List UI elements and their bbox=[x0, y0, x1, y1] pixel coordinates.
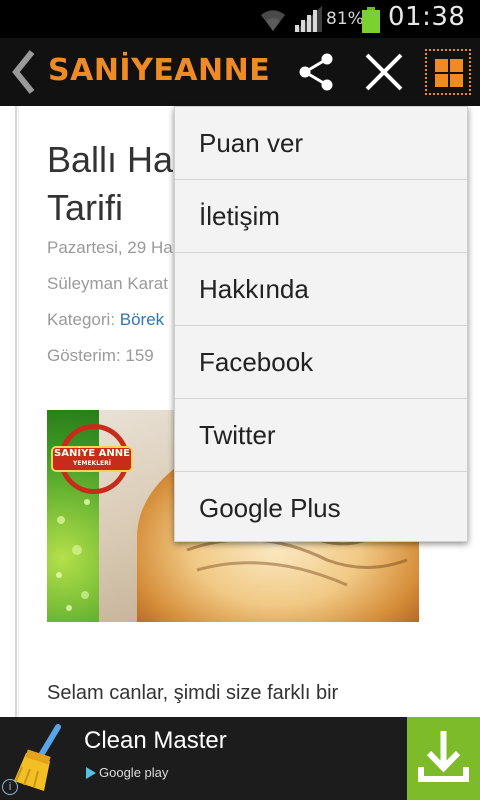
signal-icon bbox=[294, 6, 322, 32]
download-icon bbox=[418, 731, 469, 782]
menu-item-about[interactable]: Hakkında bbox=[175, 253, 467, 326]
clock: 01:38 bbox=[388, 2, 466, 32]
battery-percent: 81% bbox=[326, 9, 364, 29]
ad-info-icon[interactable]: i bbox=[2, 779, 18, 795]
wifi-icon bbox=[261, 10, 285, 31]
action-bar: SANİYEANNE bbox=[0, 38, 480, 106]
article-date: Pazartesi, 29 Ha bbox=[47, 238, 173, 257]
google-play-badge: Google play bbox=[86, 765, 168, 780]
app-screen: 81% 01:38 SANİYEANNE Ballı Has Tarifi Pa… bbox=[0, 0, 480, 800]
saniye-anne-logo: SANİYE ANNE YEMEKLERİ bbox=[51, 446, 133, 472]
menu-item-facebook[interactable]: Facebook bbox=[175, 326, 467, 399]
overflow-menu: Puan ver İletişim Hakkında Facebook Twit… bbox=[174, 106, 468, 542]
battery-icon bbox=[362, 7, 380, 33]
article-category: Kategori: Börek bbox=[47, 310, 164, 330]
download-button[interactable] bbox=[407, 717, 480, 800]
share-icon[interactable] bbox=[296, 52, 336, 92]
content-border bbox=[15, 106, 17, 718]
broom-icon bbox=[14, 724, 61, 791]
category-label: Kategori: bbox=[47, 310, 120, 329]
article-author: Süleyman Karat bbox=[47, 274, 168, 293]
ad-title: Clean Master bbox=[84, 727, 227, 754]
menu-item-google-plus[interactable]: Google Plus bbox=[175, 472, 467, 545]
menu-item-contact[interactable]: İletişim bbox=[175, 180, 467, 253]
app-title: SANİYEANNE bbox=[48, 53, 271, 88]
ad-banner[interactable]: i Clean Master Google play bbox=[0, 717, 480, 800]
grid-menu-icon[interactable] bbox=[425, 49, 471, 95]
status-bar: 81% 01:38 bbox=[0, 0, 480, 38]
menu-item-rate[interactable]: Puan ver bbox=[175, 107, 467, 180]
article-views: Gösterim: 159 bbox=[47, 346, 154, 365]
article-body: Selam canlar, şimdi size farklı bir bbox=[47, 682, 339, 704]
close-icon[interactable] bbox=[362, 50, 406, 94]
play-store-icon bbox=[86, 767, 96, 779]
menu-item-twitter[interactable]: Twitter bbox=[175, 399, 467, 472]
category-link[interactable]: Börek bbox=[120, 310, 164, 329]
back-chevron-icon[interactable] bbox=[8, 48, 38, 96]
